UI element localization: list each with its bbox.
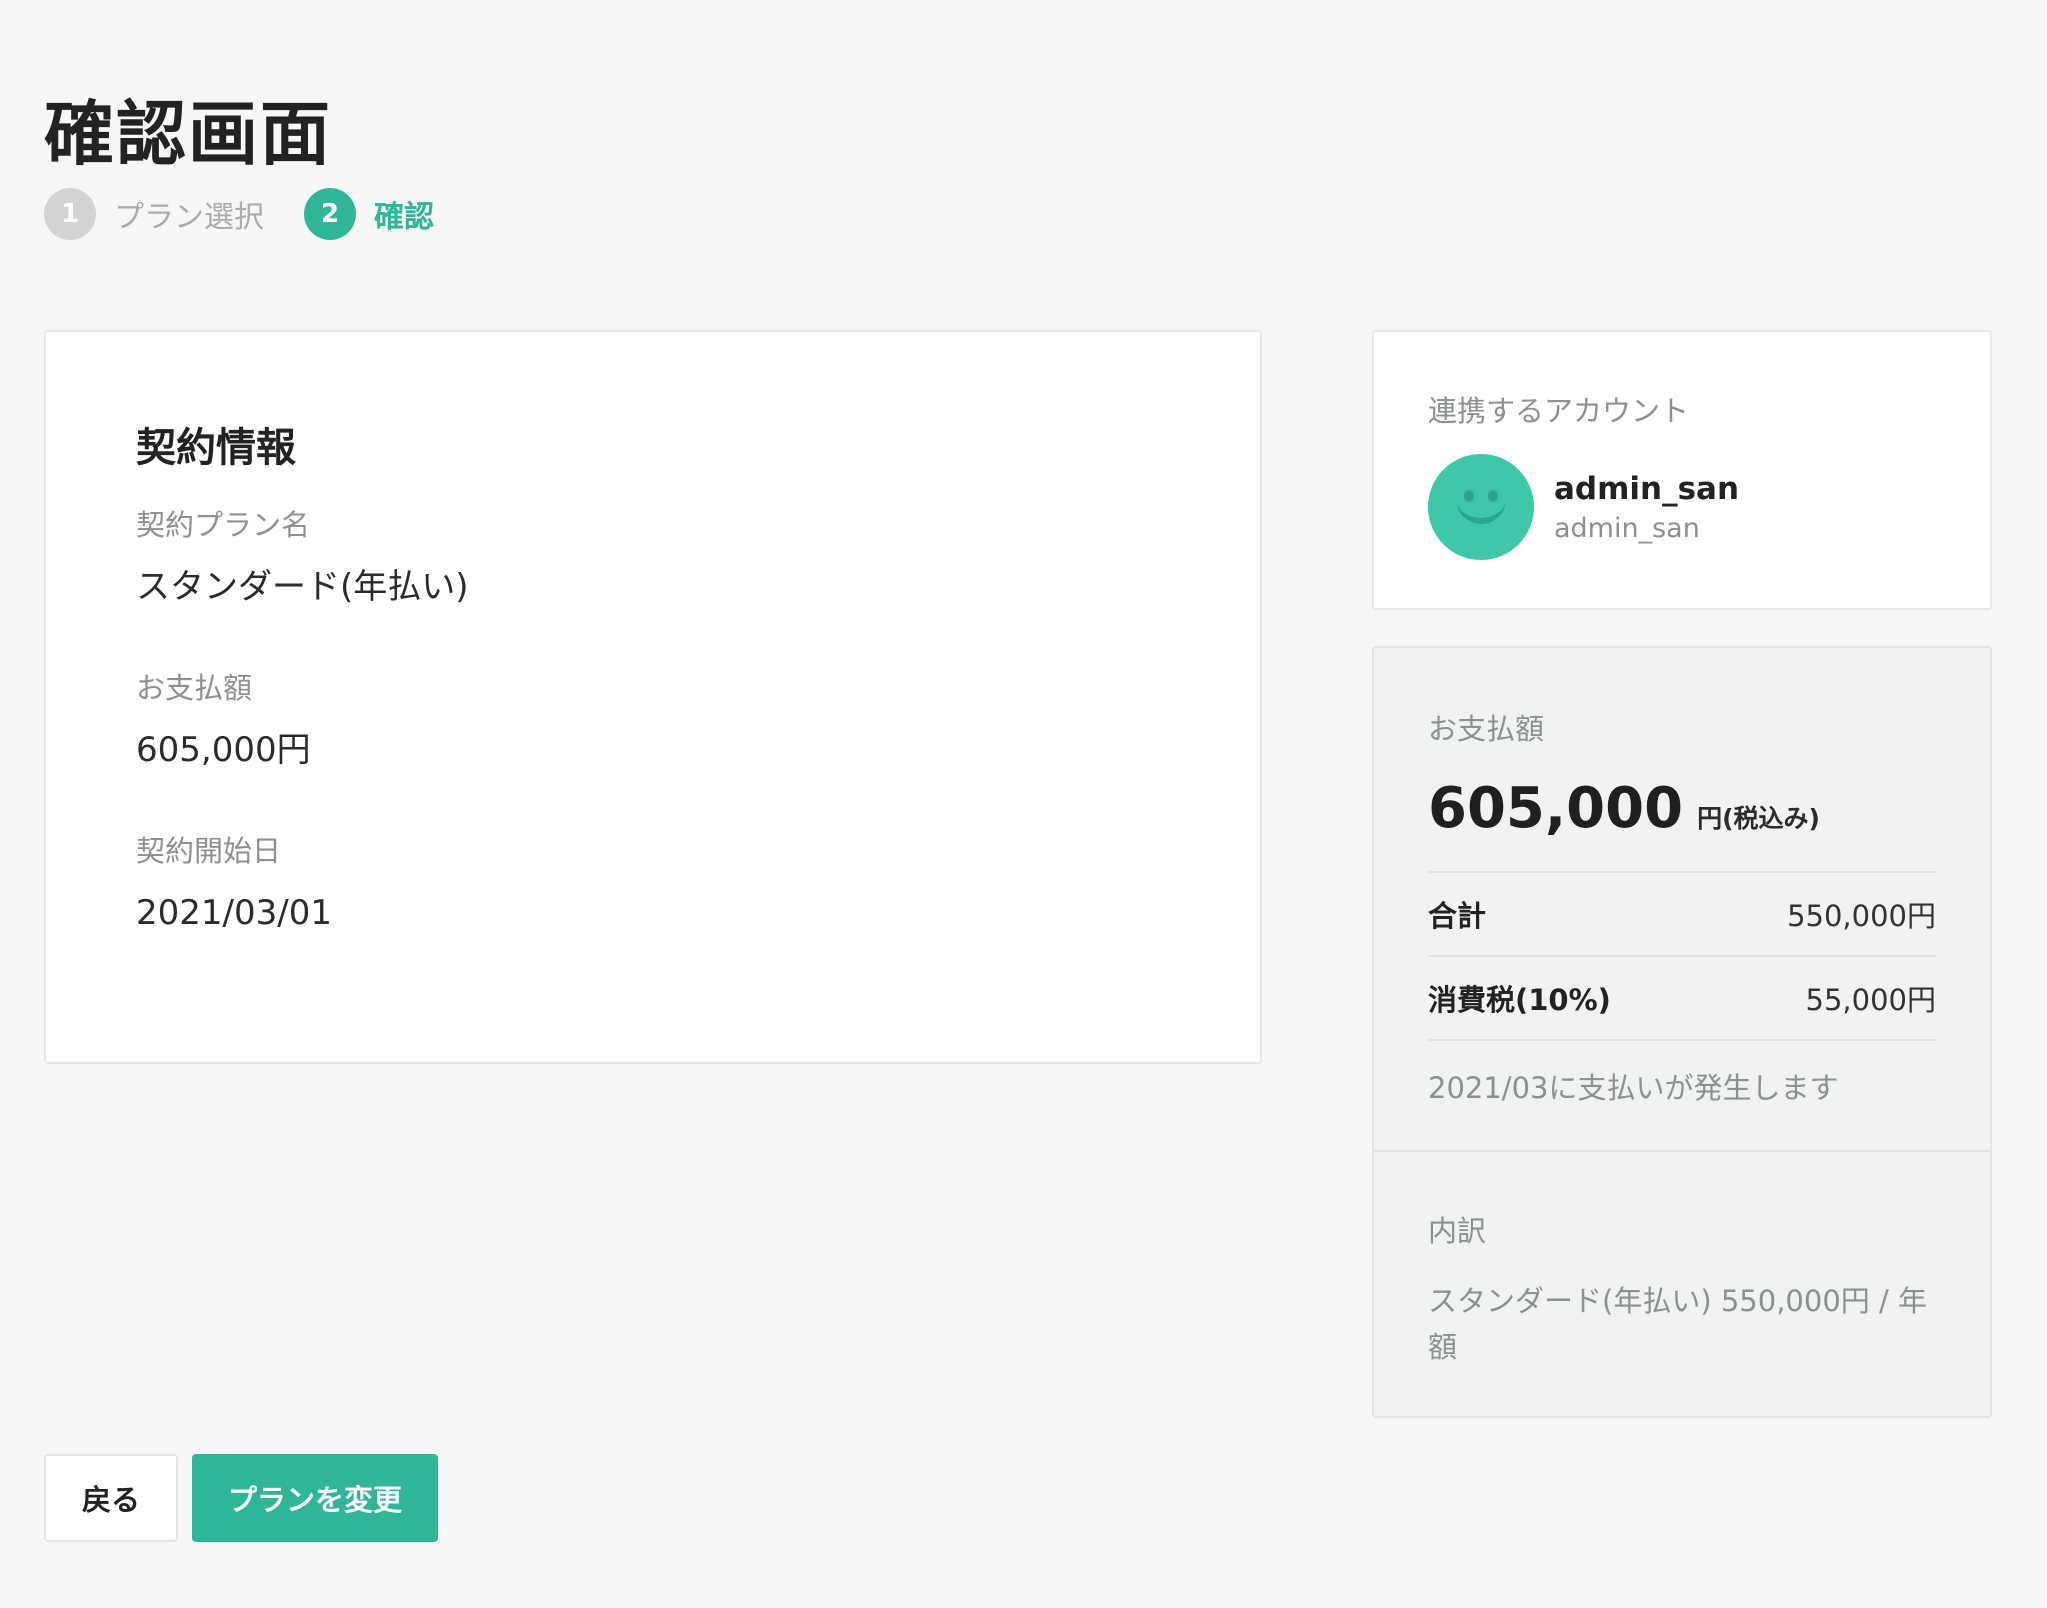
breakdown-section: 内訳 スタンダード(年払い) 550,000円 / 年額: [1374, 1152, 1990, 1371]
payment-label: お支払額: [1428, 712, 1545, 746]
plan-name-label: 契約プラン名: [136, 508, 311, 542]
tax-row: 消費税(10%) 55,000円: [1428, 957, 1936, 1041]
step-label: プラン選択: [114, 200, 264, 235]
action-buttons: 戻る プランを変更: [44, 1454, 438, 1542]
account-name: admin_san: [1554, 470, 1740, 507]
payment-summary-card: お支払額 605,000 円(税込み) 合計 550,000円 消費税(10%)…: [1372, 646, 1992, 1418]
step-number: 2: [304, 188, 356, 240]
step-confirm: 2 確認: [304, 188, 434, 240]
amount-value: 605,000円: [136, 729, 311, 770]
contract-heading: 契約情報: [136, 425, 296, 471]
plan-name-value: スタンダード(年払い): [136, 566, 469, 607]
account-text: admin_san admin_san: [1554, 471, 1739, 544]
payment-summary: お支払額 605,000 円(税込み) 合計 550,000円 消費税(10%)…: [1374, 648, 1990, 1152]
start-date-label: 契約開始日: [136, 833, 282, 868]
linked-account-label: 連携するアカウント: [1428, 394, 1690, 428]
total-amount-unit: 円(税込み): [1697, 804, 1820, 833]
linked-account-card: 連携するアカウント admin_san admin_san: [1372, 330, 1992, 610]
account-row: admin_san admin_san: [1428, 454, 1936, 560]
subtotal-row: 合計 550,000円: [1428, 873, 1936, 957]
stepper: 1 プラン選択 2 確認: [44, 188, 474, 240]
step-plan-selection[interactable]: 1 プラン選択: [44, 188, 264, 240]
contract-info-card: 契約情報 契約プラン名 スタンダード(年払い) お支払額 605,000円 契約…: [44, 330, 1262, 1064]
tax-label: 消費税(10%): [1428, 983, 1611, 1017]
account-id: admin_san: [1554, 512, 1700, 544]
total-amount-number: 605,000: [1428, 776, 1684, 841]
subtotal-value: 550,000円: [1787, 899, 1936, 933]
breakdown-label: 内訳: [1428, 1214, 1487, 1248]
subtotal-label: 合計: [1428, 899, 1487, 933]
step-number: 1: [44, 188, 96, 240]
start-date-value: 2021/03/01: [136, 892, 332, 933]
amount-label: お支払額: [136, 670, 253, 705]
back-button[interactable]: 戻る: [44, 1454, 178, 1542]
page-title: 確認画面: [44, 92, 332, 175]
avatar: [1428, 454, 1534, 560]
tax-value: 55,000円: [1805, 983, 1936, 1017]
step-label: 確認: [374, 200, 434, 235]
payment-note: 2021/03に支払いが発生します: [1428, 1071, 1839, 1105]
change-plan-button[interactable]: プランを変更: [192, 1454, 438, 1542]
breakdown-text: スタンダード(年払い) 550,000円 / 年額: [1428, 1284, 1927, 1365]
total-amount: 605,000 円(税込み): [1428, 776, 1936, 873]
